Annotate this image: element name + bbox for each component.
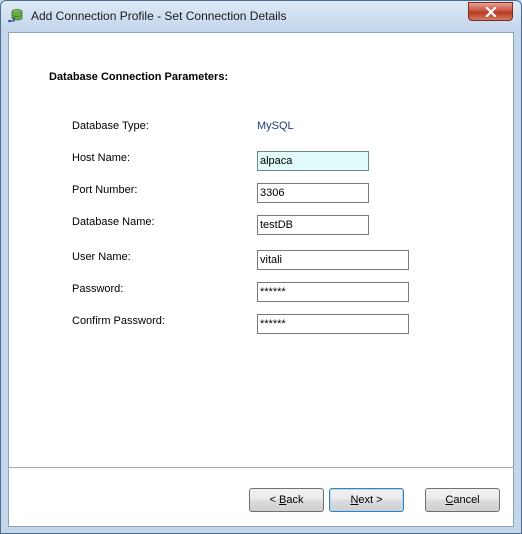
confirm-password-field[interactable]: ****** [257, 314, 409, 334]
database-type-value: MySQL [257, 120, 294, 132]
separator [9, 467, 513, 469]
back-button-label: ack [286, 494, 304, 506]
user-name-field[interactable]: vitali [257, 250, 409, 270]
window-title: Add Connection Profile - Set Connection … [31, 9, 287, 23]
next-button[interactable]: Next > [329, 488, 404, 512]
confirm-password-label: Confirm Password: [72, 315, 165, 327]
user-name-label: User Name: [72, 251, 131, 263]
back-button-prefix: < [269, 494, 279, 506]
database-connection-icon [8, 8, 24, 24]
section-heading: Database Connection Parameters: [49, 71, 229, 83]
password-field[interactable]: ****** [257, 282, 409, 302]
cancel-button-label: ancel [453, 494, 480, 506]
port-number-label: Port Number: [72, 184, 138, 196]
password-label: Password: [72, 283, 124, 295]
database-name-label: Database Name: [72, 216, 155, 228]
dialog-content: Database Connection Parameters: Database… [8, 32, 514, 527]
back-button[interactable]: < Back [249, 488, 324, 512]
host-name-label: Host Name: [72, 152, 131, 164]
port-number-field[interactable]: 3306 [257, 183, 369, 203]
dialog-window: Add Connection Profile - Set Connection … [0, 0, 522, 534]
close-icon [485, 7, 497, 17]
database-type-label: Database Type: [72, 120, 149, 132]
host-name-field[interactable]: alpaca [257, 151, 369, 171]
close-button[interactable] [468, 2, 513, 21]
next-button-label: ext > [358, 494, 383, 506]
database-name-field[interactable]: testDB [257, 215, 369, 235]
title-bar[interactable]: Add Connection Profile - Set Connection … [1, 1, 521, 31]
cancel-button[interactable]: Cancel [425, 488, 500, 512]
